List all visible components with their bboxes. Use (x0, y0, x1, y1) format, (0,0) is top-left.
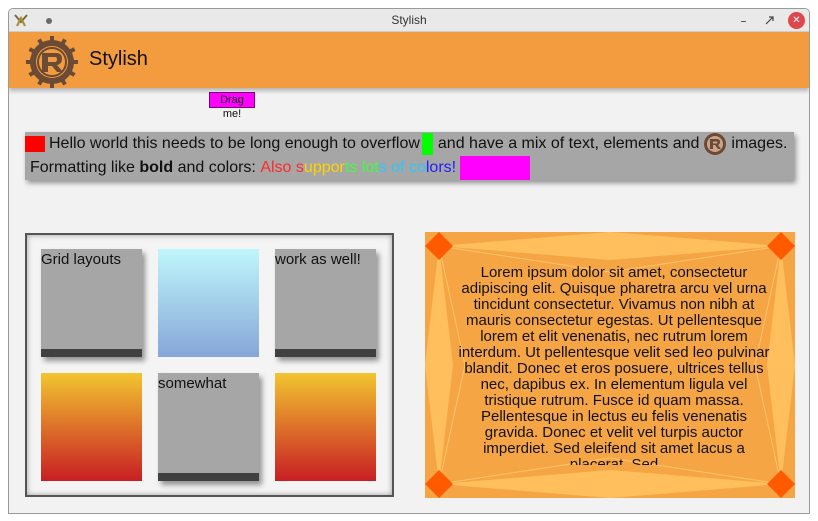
flow-line-1: Hello world this needs to be long enough… (25, 133, 787, 155)
flow-text-2: and have a mix of text, elements and (437, 135, 700, 152)
lorem-panel: Lorem ipsum dolor sit amet, consectetur … (425, 232, 795, 498)
rainbow-word: lots (361, 159, 387, 176)
grid-cell-1-label: Grid layouts (41, 251, 122, 268)
green-box (421, 133, 433, 155)
text-flow-panel: Hello world this needs to be long enough… (25, 132, 794, 180)
minimize-button[interactable]: – (735, 12, 752, 29)
window-title: Stylish (391, 13, 427, 27)
grid-cell-5-label: somewhat (158, 375, 227, 392)
minimize-icon: – (740, 13, 747, 28)
rainbow-word: Also (260, 159, 292, 176)
bold-text: bold (139, 159, 174, 176)
rainbow-text: Also supports lots of colors! (260, 159, 456, 177)
maximize-icon (765, 16, 774, 25)
grid-cell-4 (41, 373, 142, 481)
grid-cell-2 (158, 249, 259, 357)
grid-cell-1: Grid layouts (41, 249, 142, 357)
flow-text-1: Hello world this needs to be long enough… (49, 135, 420, 152)
grid-cell-6 (275, 373, 376, 481)
maximize-button[interactable] (761, 12, 778, 29)
close-icon: ✕ (792, 15, 801, 26)
app-header: Stylish (9, 32, 809, 88)
magenta-box (460, 156, 531, 180)
flow-text-5: and colors: (177, 159, 256, 176)
rainbow-word: of (391, 159, 405, 176)
flow-text-4: Formatting like (30, 159, 135, 176)
rust-logo-icon (26, 36, 78, 88)
grid-panel: Grid layouts work as well! somewhat (25, 233, 394, 497)
flow-line-2: Formatting like bold and colors: Also su… (30, 156, 531, 180)
rust-image-icon (704, 133, 727, 155)
header-title: Stylish (89, 48, 148, 70)
rainbow-word: supports (295, 159, 358, 176)
grid-cell-5: somewhat (158, 373, 259, 481)
close-button[interactable]: ✕ (788, 12, 805, 29)
app-window: Stylish – ✕ Stylish Drag me! Hello world… (8, 8, 810, 514)
grid-cell-3: work as well! (275, 249, 376, 357)
flow-text-3: images. (731, 135, 788, 152)
title-bar[interactable]: Stylish – ✕ (9, 9, 809, 32)
lorem-text: Lorem ipsum dolor sit amet, consectetur … (458, 265, 770, 465)
rainbow-word: colors! (408, 159, 457, 176)
red-box (25, 136, 45, 152)
drag-handle[interactable]: Drag me! (209, 92, 255, 120)
grid-cell-3-label: work as well! (275, 251, 361, 268)
